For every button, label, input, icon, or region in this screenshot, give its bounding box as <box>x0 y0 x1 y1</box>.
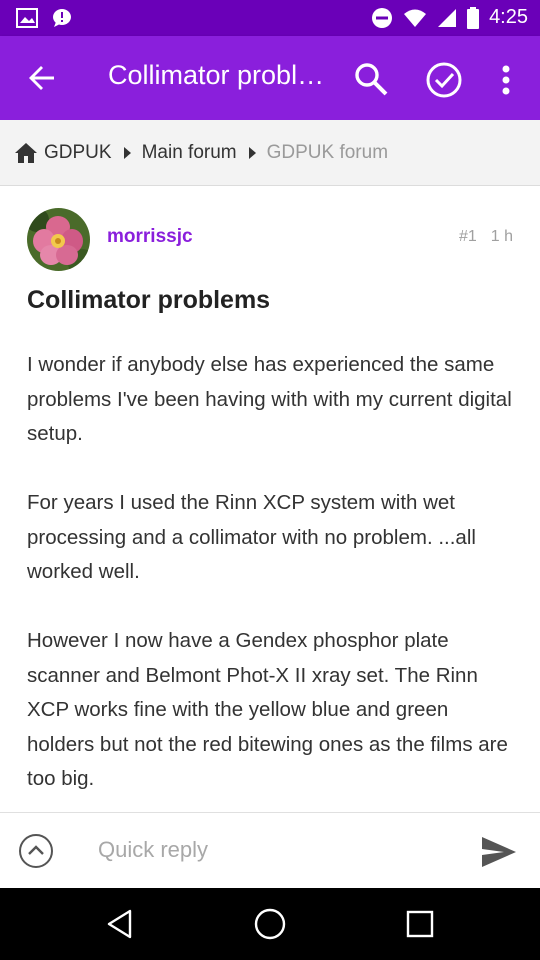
send-icon[interactable] <box>480 835 518 869</box>
page-title: Collimator problems <box>108 60 328 90</box>
avatar[interactable] <box>27 208 90 271</box>
breadcrumb-main-forum[interactable]: Main forum <box>142 142 237 164</box>
breadcrumb-item-gdpuk: GDPUK <box>44 141 112 163</box>
chat-icon <box>53 9 71 27</box>
post-author[interactable]: morrissjc <box>107 226 193 248</box>
do-not-disturb-icon <box>372 7 393 28</box>
more-vert-icon[interactable] <box>494 60 518 100</box>
back-arrow-icon[interactable] <box>24 60 60 96</box>
breadcrumb-item-label: GDPUK forum <box>266 141 389 163</box>
post-number: #1 <box>458 228 477 245</box>
status-bar: 4:25 <box>0 0 540 36</box>
recents-square-icon[interactable] <box>402 906 438 942</box>
chevron-right-icon <box>248 146 256 159</box>
quick-reply-bar <box>0 812 540 888</box>
post-paragraph: I wonder if anybody else has experienced… <box>27 353 512 445</box>
post: morrissjc #1 1 h Collimator problems I w… <box>0 186 540 812</box>
check-circle-icon[interactable] <box>424 60 464 100</box>
breadcrumb-item-label: Main forum <box>141 141 237 163</box>
battery-icon <box>467 6 480 29</box>
post-meta: #1 1 h <box>459 228 513 246</box>
app-bar: Collimator problems <box>0 36 540 120</box>
expand-up-icon[interactable] <box>18 833 54 869</box>
quick-reply-input[interactable] <box>98 831 458 869</box>
home-circle-icon[interactable] <box>252 906 288 942</box>
signal-icon <box>438 8 457 27</box>
breadcrumb-current: GDPUK forum <box>267 142 388 164</box>
post-age: 1 h <box>490 228 513 245</box>
home-icon <box>15 142 37 163</box>
breadcrumb-home[interactable]: GDPUK <box>14 142 112 164</box>
post-title: Collimator problems <box>27 286 271 314</box>
post-paragraph: However I now have a Gendex phosphor pla… <box>27 629 508 790</box>
chevron-right-icon <box>123 146 131 159</box>
status-time: 4:25 <box>489 6 528 28</box>
post-paragraph: For years I used the Rinn XCP system wit… <box>27 491 476 583</box>
wifi-icon <box>404 9 427 27</box>
search-icon[interactable] <box>352 60 390 98</box>
system-nav-bar <box>0 888 540 960</box>
image-icon <box>16 8 38 28</box>
breadcrumb: GDPUK Main forum GDPUK forum <box>0 120 540 186</box>
post-body: I wonder if anybody else has experienced… <box>27 348 517 831</box>
back-triangle-icon[interactable] <box>102 906 138 942</box>
